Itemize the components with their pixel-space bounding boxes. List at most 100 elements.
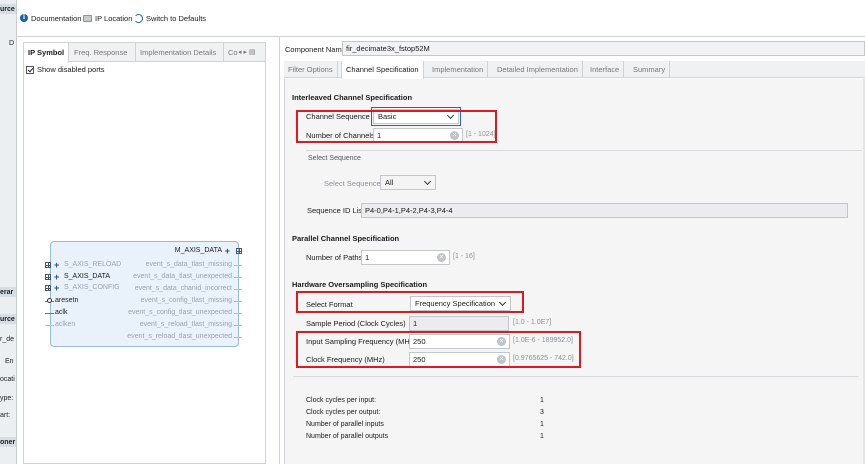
ip-symbol-block: M_AXIS_DATA + + S_AXIS_RELOAD + S_AXIS_D… [45, 241, 242, 347]
num-paths-input[interactable]: 1 × [361, 250, 450, 265]
tab-summary[interactable]: Summary [629, 61, 671, 78]
pin-line [234, 289, 242, 290]
pin-line [234, 277, 242, 278]
select-sequence-title: Select Sequence [308, 155, 361, 162]
pin-line [234, 301, 242, 302]
pin-line [234, 337, 242, 338]
config-tab-bar: Filter Options Channel Specification Imp… [284, 61, 865, 79]
ip-location-label: IP Location [95, 13, 133, 23]
component-name-field[interactable]: fir_decimate3x_fstop52M [342, 41, 865, 56]
port-aclken: aclken [55, 321, 76, 328]
clear-icon[interactable]: × [437, 253, 446, 262]
port-s-axis-config: S_AXIS_CONFIG [64, 284, 120, 291]
show-disabled-ports-label: Show disabled ports [37, 65, 105, 74]
highlight-red-box [296, 331, 581, 368]
bg-fragment: En [5, 358, 14, 365]
sequence-id-label: Sequence ID List [307, 206, 365, 215]
bus-grid-icon [45, 285, 51, 291]
select-sequence-select[interactable]: All [380, 175, 436, 190]
switch-defaults-button[interactable]: Switch to Defaults [134, 12, 206, 24]
tab-interface[interactable]: Interface [586, 61, 625, 78]
port-event-s-reload-tlast-unexpected: event_s_reload_tlast_unexpected [127, 333, 232, 340]
select-sequence-label: Select Sequence [324, 179, 381, 188]
pin-line [234, 265, 242, 266]
port-s-axis-reload: S_AXIS_RELOAD [64, 261, 122, 268]
bg-fragment: oner [0, 439, 16, 446]
port-aclk: aclk [55, 309, 68, 316]
ip-location-button[interactable]: IP Location [83, 12, 132, 24]
divider [293, 376, 859, 377]
bus-grid-icon [236, 248, 242, 254]
expand-plus-icon[interactable]: + [54, 284, 59, 293]
summary-value: 1 [540, 433, 544, 440]
summary-key: Clock cycles per input: [306, 397, 377, 404]
bus-grid-icon [45, 274, 51, 280]
pin-line [234, 325, 242, 326]
bg-fragment: ype: [0, 395, 14, 402]
num-paths-range: [1 - 16] [453, 253, 475, 260]
documentation-button[interactable]: i Documentation [20, 12, 81, 24]
show-disabled-ports-toggle[interactable]: Show disabled ports [26, 65, 105, 74]
sequence-id-field[interactable]: P4-0,P4-1,P4-2,P4-3,P4-4 [361, 203, 848, 218]
tab-scroll-controls[interactable]: ◂ ▸ ▤ [238, 43, 256, 62]
port-event-s-data-tlast-unexpected: event_s_data_tlast_unexpected [133, 273, 232, 280]
bg-fragment: ocati [0, 376, 15, 383]
show-disabled-ports-checkbox[interactable] [26, 65, 34, 74]
port-event-s-config-tlast-missing: event_s_config_tlast_missing [140, 297, 232, 304]
tab-channel-specification[interactable]: Channel Specification [341, 61, 424, 79]
pin-line [234, 313, 242, 314]
summary-value: 3 [540, 409, 544, 416]
sample-period-range: [1.0 - 1.0E7] [513, 319, 552, 326]
channel-spec-content: Interleaved Channel Specification Channe… [284, 79, 865, 464]
tab-freq-response[interactable]: Freq. Response [70, 43, 131, 62]
bg-fragment: D [9, 40, 15, 47]
component-name-label: Component Name [285, 45, 346, 54]
port-event-s-config-tlast-unexpected: event_s_config_tlast_unexpected [128, 309, 232, 316]
expand-plus-icon[interactable]: + [54, 273, 59, 282]
port-event-s-data-chanid-incorrect: event_s_data_chanid_incorrect [134, 285, 232, 292]
port-m-axis-data: M_AXIS_DATA [174, 247, 222, 254]
select-sequence-value: All [385, 178, 394, 187]
bg-fragment: urce [0, 316, 15, 323]
bg-fragment: art: [0, 412, 11, 419]
pane-divider[interactable] [279, 37, 280, 464]
summary-value: 1 [540, 397, 544, 404]
tab-ip-symbol[interactable]: IP Symbol [24, 43, 70, 63]
tab-implementation[interactable]: Implementation [428, 61, 489, 78]
port-event-s-reload-tlast-missing: event_s_reload_tlast_missing [139, 321, 232, 328]
folder-icon [83, 14, 92, 22]
expand-plus-icon[interactable]: + [54, 261, 59, 270]
background-app-strip: urce D erar urce r_de En ocati ype: art:… [0, 0, 17, 464]
active-low-bubble-icon [47, 298, 52, 303]
port-event-s-data-tlast-missing: event_s_data_tlast_missing [145, 261, 232, 268]
bg-fragment: erar [0, 289, 14, 296]
documentation-label: Documentation [31, 13, 82, 23]
expand-plus-icon[interactable]: + [225, 247, 230, 256]
sample-period-field[interactable]: 1 [409, 316, 509, 331]
port-s-axis-data: S_AXIS_DATA [64, 273, 111, 280]
port-aresetn: aresetn [55, 297, 79, 304]
bg-fragment: r_de [0, 336, 15, 343]
info-icon: i [20, 14, 28, 22]
chevron-down-icon [423, 177, 432, 186]
sample-period-label: Sample Period (Clock Cycles) [306, 319, 406, 328]
tab-implementation-details[interactable]: Implementation Details [135, 43, 220, 62]
left-pane: IP Symbol Freq. Response Implementation … [23, 42, 266, 464]
tab-detailed-implementation[interactable]: Detailed Implementation [493, 61, 583, 78]
parallel-section-title: Parallel Channel Specification [292, 234, 400, 243]
summary-value: 1 [540, 421, 544, 428]
hardware-section-title: Hardware Oversampling Specification [292, 280, 428, 289]
bg-fragment: urce [0, 6, 15, 13]
num-paths-label: Number of Paths [306, 253, 363, 262]
summary-key: Number of parallel outputs [306, 433, 389, 440]
pin-line [45, 325, 54, 326]
refresh-icon [134, 13, 143, 23]
summary-key: Clock cycles per output: [306, 409, 381, 416]
summary-key: Number of parallel inputs [306, 421, 384, 428]
bus-grid-icon [45, 262, 51, 268]
tab-filter-options[interactable]: Filter Options [284, 61, 338, 78]
left-tab-bar: IP Symbol Freq. Response Implementation … [24, 43, 265, 63]
divider [306, 150, 862, 151]
switch-defaults-label: Switch to Defaults [146, 13, 207, 23]
num-paths-value: 1 [365, 253, 370, 262]
